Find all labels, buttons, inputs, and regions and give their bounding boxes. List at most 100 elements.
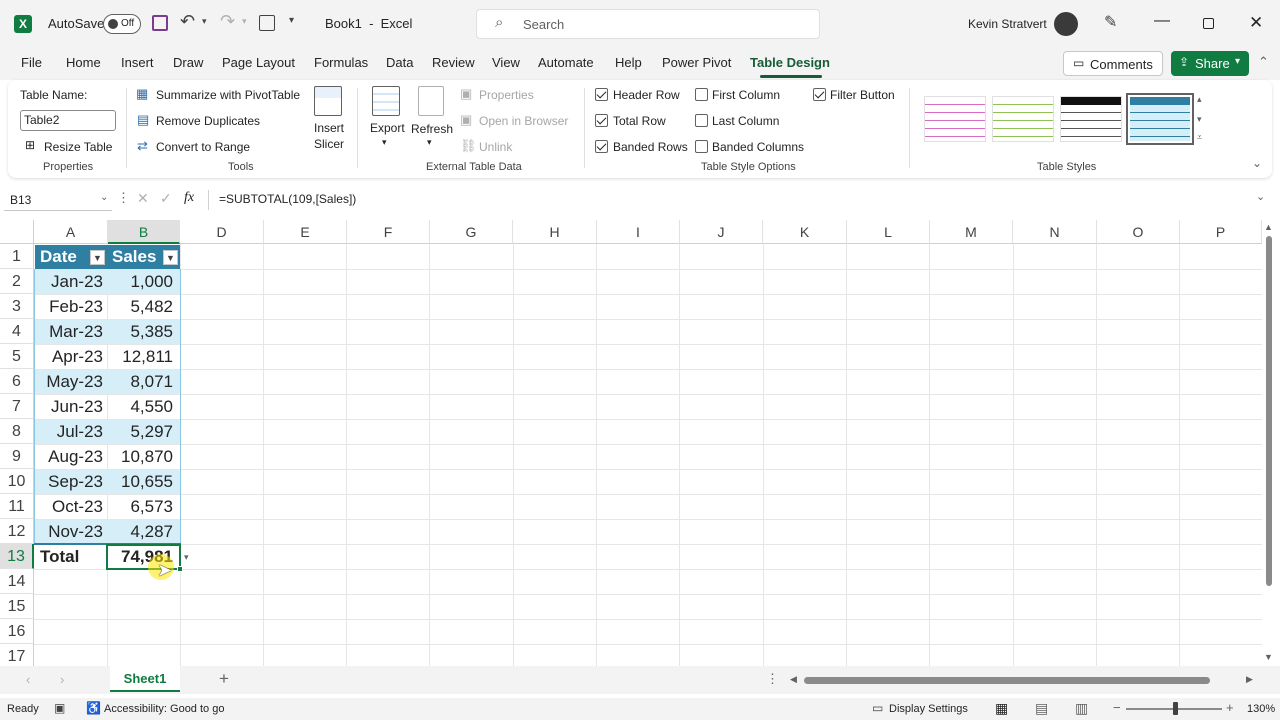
scroll-up-icon[interactable]: ▲ (1264, 222, 1273, 232)
vertical-scrollbar-thumb[interactable] (1266, 236, 1272, 586)
filter-button-checkbox[interactable] (813, 88, 826, 101)
expand-formula-icon[interactable]: ⌄ (1256, 190, 1265, 203)
tab-page-layout[interactable]: Page Layout (222, 55, 295, 70)
macro-record-icon[interactable]: ▣ (54, 701, 65, 715)
column-header-h[interactable]: H (513, 220, 597, 244)
tab-insert[interactable]: Insert (121, 55, 154, 70)
form-icon[interactable] (259, 15, 275, 31)
column-header-o[interactable]: O (1097, 220, 1180, 244)
banded-rows-checkbox[interactable] (595, 140, 608, 153)
export-button[interactable]: Export (370, 121, 405, 135)
table-header-sales[interactable]: Sales (107, 244, 161, 269)
tab-review[interactable]: Review (432, 55, 475, 70)
table-cell-sales[interactable]: 5,385 (108, 319, 178, 344)
display-settings-button[interactable]: Display Settings (889, 703, 968, 715)
column-header-a[interactable]: A (34, 220, 108, 244)
banded-columns-checkbox[interactable] (695, 140, 708, 153)
row-header[interactable]: 10 (0, 469, 34, 494)
add-sheet-icon[interactable]: + (219, 669, 229, 689)
scroll-right-icon[interactable]: ▶ (1246, 674, 1253, 685)
resize-table-button[interactable]: Resize Table (44, 140, 112, 154)
undo-icon[interactable]: ↶ (180, 11, 195, 32)
row-header[interactable]: 9 (0, 444, 34, 469)
next-sheet-icon[interactable]: › (60, 672, 64, 687)
save-icon[interactable] (152, 15, 168, 31)
prev-sheet-icon[interactable]: ‹ (26, 672, 30, 687)
column-header-g[interactable]: G (430, 220, 513, 244)
filter-dropdown-sales-icon[interactable]: ▼ (163, 250, 178, 265)
total-label-cell[interactable]: Total (35, 544, 84, 569)
banded-rows-label[interactable]: Banded Rows (613, 140, 688, 154)
table-cell-sales[interactable]: 8,071 (108, 369, 178, 394)
table-cell-sales[interactable]: 5,482 (108, 294, 178, 319)
gallery-down-icon[interactable]: ▾ (1197, 114, 1202, 125)
column-header-m[interactable]: M (930, 220, 1013, 244)
column-header-p[interactable]: P (1180, 220, 1262, 244)
tab-home[interactable]: Home (66, 55, 101, 70)
total-row-label[interactable]: Total Row (613, 114, 666, 128)
row-header[interactable]: 6 (0, 369, 34, 394)
header-row-label[interactable]: Header Row (613, 88, 680, 102)
ribbon-collapse-icon[interactable]: ⌄ (1252, 156, 1262, 170)
table-cell-sales[interactable]: 10,655 (108, 469, 178, 494)
column-header-k[interactable]: K (763, 220, 847, 244)
customize-qat-icon[interactable]: ▾ (289, 15, 294, 26)
table-cell-date[interactable]: Mar-23 (35, 319, 108, 344)
summarize-pivottable-button[interactable]: Summarize with PivotTable (156, 88, 300, 102)
tab-help[interactable]: Help (615, 55, 642, 70)
sheet-tab-sheet1[interactable]: Sheet1 (110, 666, 180, 692)
horizontal-scrollbar-thumb[interactable] (804, 677, 1210, 684)
scroll-left-icon[interactable]: ◀ (790, 674, 797, 685)
more-icon[interactable]: ⋮ (117, 190, 130, 206)
undo-dropdown-icon[interactable]: ▾ (202, 16, 207, 27)
accessibility-status[interactable]: Accessibility: Good to go (104, 703, 224, 715)
column-header-b[interactable]: B (108, 220, 180, 244)
table-cell-date[interactable]: May-23 (35, 369, 108, 394)
redo-dropdown-icon[interactable]: ▾ (242, 16, 247, 27)
banded-columns-label[interactable]: Banded Columns (712, 140, 804, 154)
table-style-green[interactable] (992, 96, 1054, 142)
row-header[interactable]: 1 (0, 244, 34, 269)
filter-dropdown-date-icon[interactable]: ▼ (90, 250, 105, 265)
accessibility-icon[interactable]: ♿ (86, 701, 101, 715)
user-name[interactable]: Kevin Stratvert (968, 17, 1047, 31)
insert-slicer-label-2[interactable]: Slicer (314, 137, 344, 151)
designer-pen-icon[interactable]: ✎ (1104, 12, 1117, 32)
search-box[interactable]: ⌕ Search (476, 9, 820, 39)
cancel-icon[interactable]: ✕ (137, 190, 149, 207)
redo-icon[interactable]: ↷ (220, 11, 235, 32)
scroll-down-icon[interactable]: ▼ (1264, 652, 1273, 662)
column-header-n[interactable]: N (1013, 220, 1097, 244)
zoom-in-icon[interactable]: + (1226, 700, 1234, 715)
row-header-selected[interactable]: 13 (0, 544, 34, 569)
zoom-slider-thumb[interactable] (1173, 702, 1178, 715)
table-name-field[interactable]: Table2 (20, 110, 116, 131)
row-header[interactable]: 11 (0, 494, 34, 519)
row-header[interactable]: 7 (0, 394, 34, 419)
ribbon-options-icon[interactable]: ⌃ (1258, 54, 1269, 70)
formula-input[interactable]: =SUBTOTAL(109,[Sales]) (219, 192, 356, 206)
table-cell-date[interactable]: Apr-23 (35, 344, 108, 369)
display-settings-icon[interactable]: ▭ (872, 701, 883, 715)
table-cell-sales[interactable]: 12,811 (108, 344, 178, 369)
share-button[interactable]: ⇪ Share ▾ (1171, 51, 1249, 76)
column-header-e[interactable]: E (264, 220, 347, 244)
page-layout-view-icon[interactable]: ▤ (1035, 700, 1048, 717)
total-row-checkbox[interactable] (595, 114, 608, 127)
column-header-l[interactable]: L (847, 220, 930, 244)
tab-table-design[interactable]: Table Design (750, 55, 830, 70)
last-column-label[interactable]: Last Column (712, 114, 779, 128)
minimize-icon[interactable]: — (1154, 12, 1170, 30)
table-cell-sales[interactable]: 5,297 (108, 419, 178, 444)
first-column-checkbox[interactable] (695, 88, 708, 101)
column-header-d[interactable]: D (180, 220, 264, 244)
table-cell-date[interactable]: Aug-23 (35, 444, 108, 469)
tab-data[interactable]: Data (386, 55, 413, 70)
row-header[interactable]: 5 (0, 344, 34, 369)
total-dropdown-icon[interactable]: ▾ (184, 552, 189, 563)
tab-view[interactable]: View (492, 55, 520, 70)
restore-icon[interactable] (1203, 18, 1214, 29)
column-header-j[interactable]: J (680, 220, 763, 244)
table-cell-date[interactable]: Jan-23 (35, 269, 108, 294)
share-dropdown-icon[interactable]: ▾ (1235, 56, 1240, 67)
